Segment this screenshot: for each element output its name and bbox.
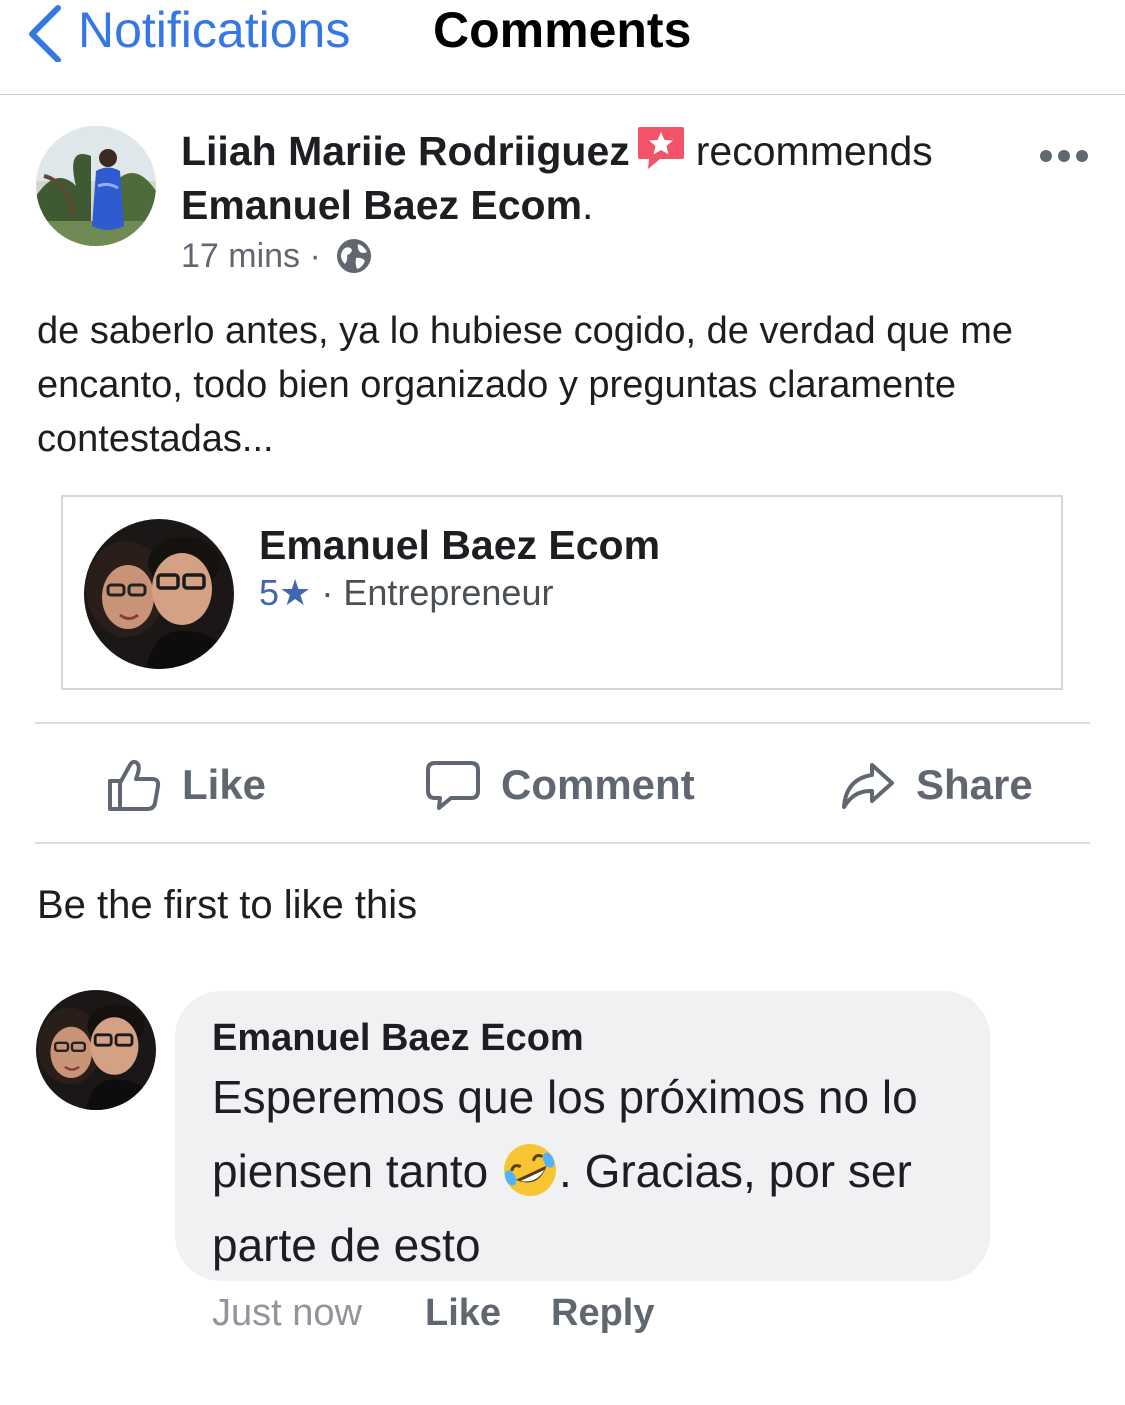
comment-text: Esperemos que los próximos no lo piensen…: [212, 1060, 982, 1282]
card-subtitle: 5★ · Entrepreneur: [259, 570, 553, 616]
like-button[interactable]: Like: [106, 752, 266, 818]
share-arrow-icon: [842, 763, 894, 809]
author-avatar[interactable]: [36, 126, 156, 246]
divider-bottom: [35, 842, 1090, 844]
comment-author[interactable]: Emanuel Baez Ecom: [212, 1014, 584, 1062]
post-verb: recommends: [695, 128, 933, 174]
commenter-avatar[interactable]: [36, 990, 156, 1110]
post-timestamp[interactable]: 17 mins: [181, 237, 300, 275]
share-button[interactable]: Share: [840, 752, 1033, 818]
more-options-icon[interactable]: [1034, 140, 1094, 172]
author-name[interactable]: Liiah Mariie Rodriiguez: [181, 128, 630, 174]
rating-badge: 5★: [259, 572, 312, 613]
comment-like-button[interactable]: Like: [425, 1288, 501, 1338]
globe-icon: [337, 239, 372, 273]
comment-button[interactable]: Comment: [425, 752, 695, 818]
post-header-text: Liiah Mariie Rodriiguez recommends Emanu…: [181, 124, 1021, 232]
page-profile-picture[interactable]: [84, 519, 234, 669]
page-title: Comments: [433, 2, 692, 58]
card-separator: ·: [321, 572, 334, 613]
comment-bubble-icon: [426, 761, 480, 810]
meta-separator: ·: [309, 237, 321, 275]
post-body: de saberlo antes, ya lo hubiese cogido, …: [37, 310, 1013, 460]
comment-timestamp: Just now: [212, 1292, 362, 1334]
share-label: Share: [916, 761, 1033, 808]
like-label: Like: [182, 761, 267, 808]
card-page-name[interactable]: Emanuel Baez Ecom: [259, 520, 660, 570]
thumbs-up-icon: [108, 759, 161, 811]
rolling-laughing-emoji-icon: [504, 1144, 557, 1196]
likes-summary: Be the first to like this: [37, 883, 418, 927]
page-category: Entrepreneur: [343, 572, 554, 613]
recommended-page-name[interactable]: Emanuel Baez Ecom: [181, 182, 582, 228]
post-meta: 17 mins ·: [181, 236, 372, 276]
back-button[interactable]: Notifications: [78, 2, 350, 58]
comment-label: Comment: [501, 761, 695, 808]
chevron-left-icon[interactable]: [22, 2, 66, 62]
recommendation-badge-icon: [637, 127, 684, 169]
page-name-suffix: .: [582, 182, 594, 228]
divider-top: [35, 722, 1090, 724]
comment-reply-button[interactable]: Reply: [551, 1288, 654, 1338]
